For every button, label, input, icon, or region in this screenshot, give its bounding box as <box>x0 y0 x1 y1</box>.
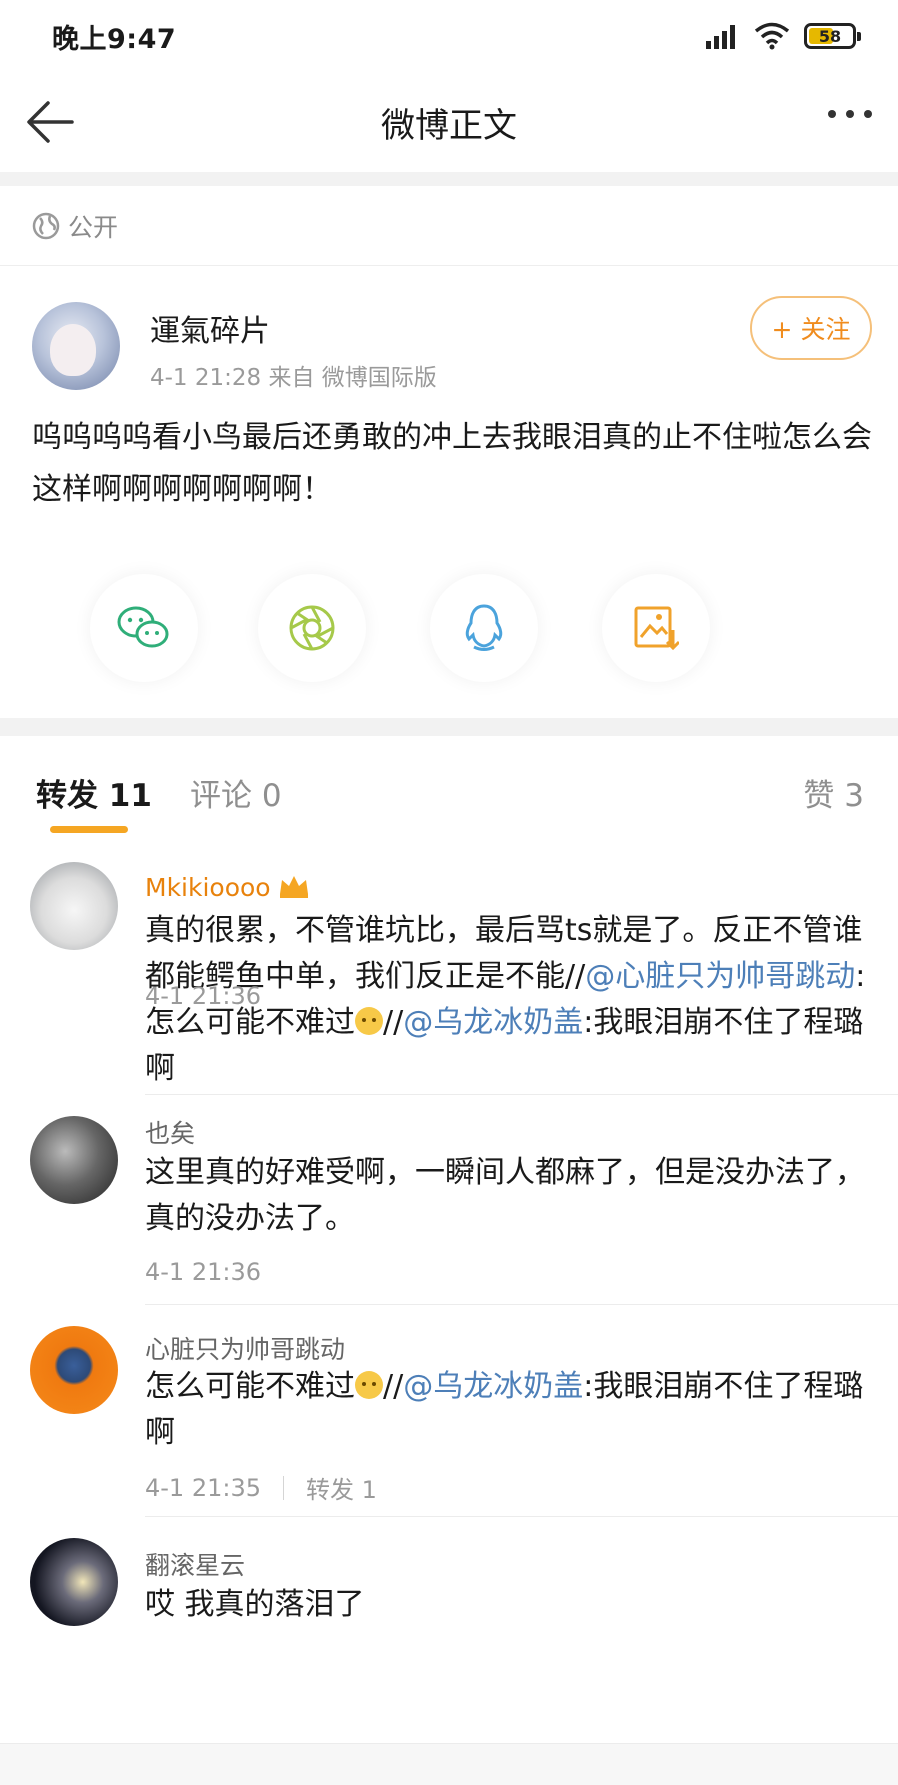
comment-text: 怎么可能不难过//@乌龙冰奶盖:我眼泪崩不住了程璐啊 <box>145 1369 864 1450</box>
section-divider <box>0 172 898 186</box>
visibility-label: 公开 <box>68 212 119 242</box>
username[interactable]: Mkikioooo <box>145 872 311 902</box>
status-time: 晚上9:47 <box>52 23 177 55</box>
nav-bar: 微博正文 <box>0 72 898 172</box>
post-header: 運氣碎片 4-1 21:28 来自 微博国际版 + 关注 <box>0 266 898 406</box>
share-row <box>0 566 898 690</box>
wechat-icon <box>117 606 169 648</box>
comment-time: 4-1 21:35 转发 1 <box>145 1470 377 1505</box>
status-bar: 晚上9:47 58 <box>0 0 898 72</box>
battery-level: 58 <box>818 26 842 46</box>
sad-face-emoji-icon <box>355 1007 383 1035</box>
avatar[interactable] <box>30 1538 118 1626</box>
save-image-icon <box>634 606 679 651</box>
moments-icon <box>289 605 335 651</box>
repost-count[interactable]: 转发 1 <box>306 1470 377 1505</box>
wechat-share-button[interactable] <box>90 574 198 682</box>
qq-icon <box>465 604 503 651</box>
tab-comment[interactable]: 评论 0 <box>190 770 282 815</box>
globe-icon <box>32 212 60 239</box>
avatar[interactable] <box>30 1326 118 1414</box>
moments-share-button[interactable] <box>258 574 366 682</box>
username[interactable]: 也矣 <box>145 1114 195 1150</box>
visibility-row: 公开 <box>0 186 898 266</box>
comment-text: 这里真的好难受啊，一瞬间人都麻了，但是没办法了，真的没办法了。 <box>145 1155 865 1236</box>
comment-time: 4-1 21:36 <box>145 1258 261 1286</box>
page-title: 微博正文 <box>381 105 517 146</box>
divider <box>145 1094 898 1095</box>
more-menu-icon[interactable] <box>828 110 872 118</box>
avatar[interactable] <box>30 1116 118 1204</box>
wifi-icon <box>754 22 790 50</box>
divider <box>145 1516 898 1517</box>
section-divider <box>0 718 898 736</box>
comment-text: 哎 我真的落泪了 <box>145 1587 365 1622</box>
mention-link[interactable]: @乌龙冰奶盖 <box>403 1005 583 1040</box>
bottom-bar <box>0 1743 898 1785</box>
mention-link[interactable]: @心脏只为帅哥跳动 <box>585 959 855 994</box>
mention-link[interactable]: @乌龙冰奶盖 <box>403 1369 583 1404</box>
vip-crown-icon <box>279 876 308 898</box>
post-meta: 4-1 21:28 来自 微博国际版 <box>150 365 437 391</box>
save-image-button[interactable] <box>602 574 710 682</box>
qq-share-button[interactable] <box>430 574 538 682</box>
signal-icon <box>706 25 735 49</box>
divider <box>145 1304 898 1305</box>
post-text: 呜呜呜呜看小鸟最后还勇敢的冲上去我眼泪真的止不住啦怎么会这样啊啊啊啊啊啊啊！ <box>32 420 872 507</box>
comment-time: 4-1 21:36 <box>145 982 261 1010</box>
author-name[interactable]: 運氣碎片 <box>150 306 270 350</box>
username[interactable]: 心脏只为帅哥跳动 <box>145 1330 345 1366</box>
sad-face-emoji-icon <box>355 1371 383 1399</box>
username[interactable]: 翻滚星云 <box>145 1546 245 1582</box>
author-avatar[interactable] <box>32 302 120 390</box>
battery-icon: 58 <box>804 23 861 49</box>
tab-repost[interactable]: 转发 11 <box>36 770 152 815</box>
interaction-tabs: 转发 11 评论 0 赞 3 <box>0 736 898 836</box>
avatar[interactable] <box>30 862 118 950</box>
follow-button[interactable]: + 关注 <box>750 296 872 360</box>
status-icons: 58 <box>706 22 861 50</box>
back-arrow-icon[interactable] <box>22 97 82 147</box>
tab-like[interactable]: 赞 3 <box>803 770 864 815</box>
active-tab-indicator <box>50 826 128 833</box>
